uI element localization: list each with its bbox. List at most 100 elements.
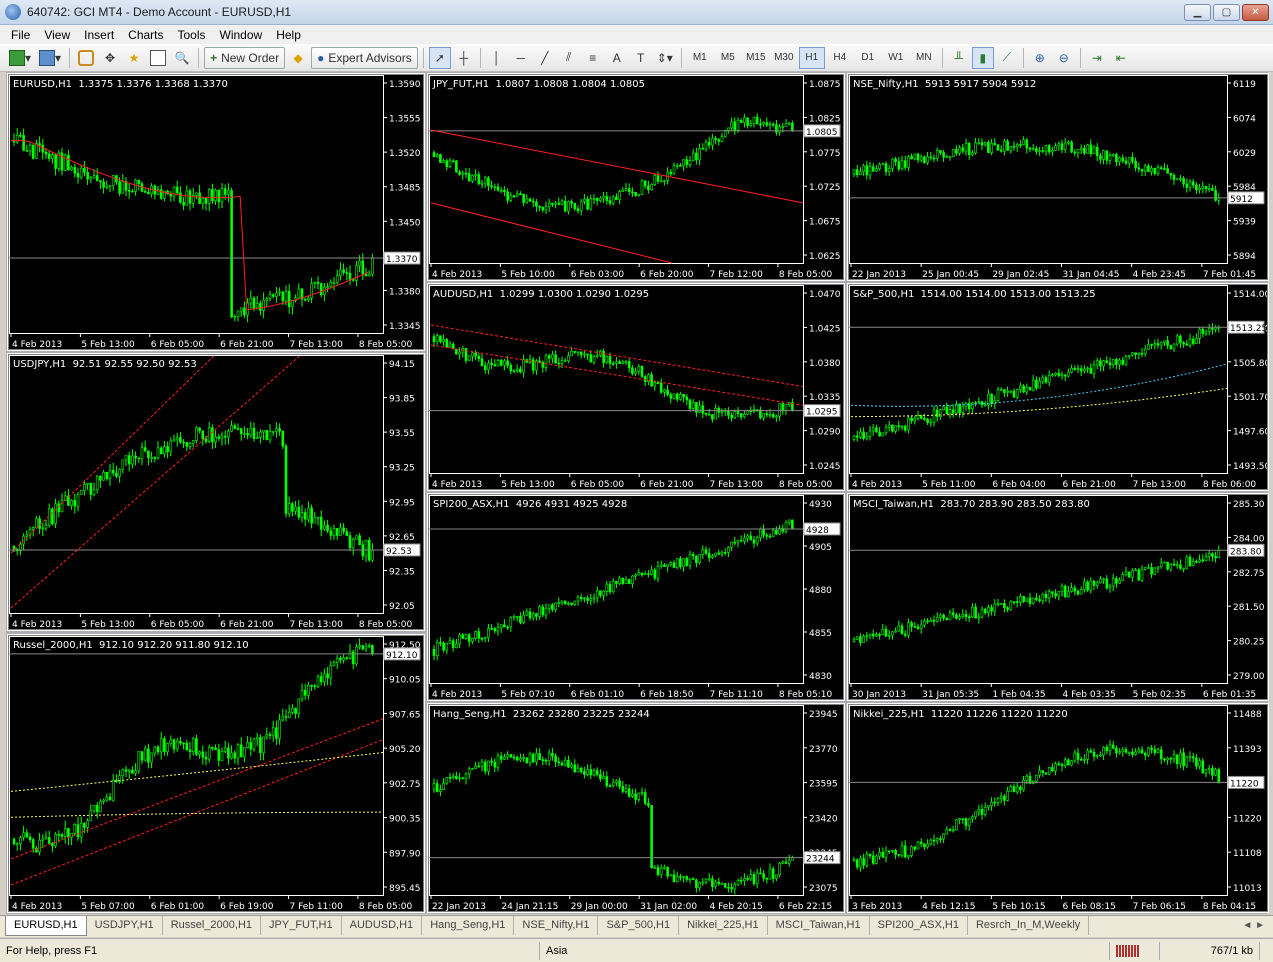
price-label: 1.0675 xyxy=(809,218,841,228)
tf-w1[interactable]: W1 xyxy=(883,47,909,69)
chart-canvas-nikkei[interactable]: 1148811393112981122011108110133 Feb 2013… xyxy=(849,705,1267,911)
line-chart-button[interactable]: ⟋ xyxy=(996,47,1018,69)
chart-window-usdjpy[interactable]: 94.15 93.85 93.55 93.25 92.95 92.65 92.35 92.05… xyxy=(7,353,425,631)
time-label: 6 Feb 08:15 xyxy=(1063,902,1116,911)
close-button[interactable]: ✕ xyxy=(1242,4,1269,21)
horizontal-line-tool[interactable]: ─ xyxy=(510,47,532,69)
menu-insert[interactable]: Insert xyxy=(77,28,121,42)
menu-file[interactable]: File xyxy=(4,28,37,42)
price-label: 279.00 xyxy=(1233,672,1265,682)
chart-window-spi200[interactable]: 4930 4905 4880 4855 4830 4 Feb 2013 5 Feb 07:1… xyxy=(427,493,845,701)
tf-m30[interactable]: M30 xyxy=(771,47,797,69)
maximize-button[interactable]: ▢ xyxy=(1213,4,1240,21)
tf-mn[interactable]: MN xyxy=(911,47,937,69)
chart-canvas-jpyfut[interactable]: 1.0875 1.0825 1.0775 1.0725 1.0675 1.0625 4 Fe… xyxy=(429,75,843,279)
chart-window-sp500[interactable]: 1514.001509.901505.801501.701497.601493.… xyxy=(847,283,1269,491)
fibo-tool[interactable]: ≡ xyxy=(582,47,604,69)
trendline-tool[interactable]: ╱ xyxy=(534,47,556,69)
chart-canvas-eurusd[interactable]: 1.35901.35551.35201.34851.34501.34151.33… xyxy=(9,75,423,349)
time-label: 5 Feb 10:00 xyxy=(501,270,555,279)
crosshair-icon: ┼ xyxy=(459,50,468,65)
navigator-button[interactable]: ★ xyxy=(123,47,145,69)
chart-window-msci[interactable]: 285.30 284.00 282.75 281.50 280.25 279.00 30 J… xyxy=(847,493,1269,701)
time-label: 4 Feb 03:35 xyxy=(1063,690,1116,699)
chart-window-nsenifty[interactable]: 6119 6074 6029 5984 5939 5894 22 Jan 2013 25 Ja… xyxy=(847,73,1269,281)
tf-m1[interactable]: M1 xyxy=(687,47,713,69)
data-window-button[interactable]: ✥ xyxy=(99,47,121,69)
chart-window-russel[interactable]: 912.50 910.05 907.65 905.20 902.75 900.35 897.… xyxy=(7,634,425,913)
market-watch-button[interactable] xyxy=(75,47,97,69)
time-label: 31 Jan 04:45 xyxy=(1063,270,1120,279)
chart-window-audusd[interactable]: 1.0470 1.0425 1.0380 1.0335 1.0290 1.0245 4 Fe… xyxy=(427,283,845,491)
zoom-out-button[interactable]: ⊖ xyxy=(1053,47,1075,69)
chart-canvas-usdjpy[interactable]: 94.15 93.85 93.55 93.25 92.95 92.65 92.35 92.05… xyxy=(9,355,423,629)
expert-advisors-button[interactable]: ● Expert Advisors xyxy=(311,46,418,69)
chart-window-nikkei[interactable]: 1148811393112981122011108110133 Feb 2013… xyxy=(847,703,1269,913)
metaeditor-button[interactable]: ◆ xyxy=(287,47,309,69)
chart-canvas-hangseng[interactable]: 23945237702359523420232452307522 Jan 201… xyxy=(429,705,843,911)
price-label: 23945 xyxy=(809,710,838,720)
tab-scroll-arrows-icon[interactable]: ◄ ► xyxy=(1242,920,1265,931)
tester-button[interactable]: 🔍 xyxy=(171,47,193,69)
cursor-tool[interactable]: ➚ xyxy=(428,46,451,69)
zoom-in-button[interactable]: ⊕ xyxy=(1029,47,1051,69)
toolbar: ▾ ▾ ✥ ★ 🔍 + New Order ◆ ● Expert Advisors … xyxy=(0,44,1273,72)
chart-tab[interactable]: Resrch_In_M,Weekly xyxy=(968,916,1090,935)
chart-canvas-nsenifty[interactable]: 61196074602959845939589422 Jan 2013 25 Ja… xyxy=(849,75,1267,279)
price-label: 4880 xyxy=(809,586,832,596)
chart-tab[interactable]: EURUSD,H1 xyxy=(5,916,87,936)
chart-tab[interactable]: USDJPY,H1 xyxy=(87,916,163,935)
chart-tab[interactable]: S&P_500,H1 xyxy=(598,916,680,935)
chart-tab[interactable]: NSE_Nifty,H1 xyxy=(514,916,599,935)
market-watch-icon xyxy=(78,49,95,66)
terminal-button[interactable] xyxy=(147,47,169,69)
chart-tab[interactable]: Hang_Seng,H1 xyxy=(422,916,515,935)
bar-chart-button[interactable]: ╨ xyxy=(948,47,970,69)
time-label: 8 Feb 05:10 xyxy=(779,690,833,699)
tf-m15[interactable]: M15 xyxy=(743,47,769,69)
tf-m5[interactable]: M5 xyxy=(715,47,741,69)
chart-canvas-msci[interactable]: 285.30 284.00 282.75 281.50 280.25 279.00 30 J… xyxy=(849,495,1267,699)
chart-canvas-sp500[interactable]: 1514.001509.901505.801501.701497.601493.… xyxy=(849,285,1267,489)
menu-help[interactable]: Help xyxy=(269,28,308,42)
autoscroll-button[interactable]: ⇥ xyxy=(1086,47,1108,69)
current-price-label: 11220 xyxy=(1230,779,1259,789)
price-label: 1501.70 xyxy=(1233,393,1267,403)
tf-d1[interactable]: D1 xyxy=(855,47,881,69)
time-label: 4 Feb 2013 xyxy=(12,340,62,349)
chart-window-jpyfut[interactable]: 1.0875 1.0825 1.0775 1.0725 1.0675 1.0625 4 Fe… xyxy=(427,73,845,281)
tf-h1[interactable]: H1 xyxy=(798,46,825,69)
chart-canvas-audusd[interactable]: 1.0470 1.0425 1.0380 1.0335 1.0290 1.0245 4 Fe… xyxy=(429,285,843,489)
chart-canvas-spi200[interactable]: 4930 4905 4880 4855 4830 4 Feb 2013 5 Feb 07:1… xyxy=(429,495,843,699)
chart-tab[interactable]: Nikkei_225,H1 xyxy=(679,916,768,935)
chart-canvas-russel[interactable]: 912.50910.05907.65905.20902.75900.35897.… xyxy=(9,636,423,911)
profiles-button[interactable]: ▾ xyxy=(36,47,64,69)
arrows-tool[interactable]: ⇕▾ xyxy=(654,47,676,69)
price-label: 282.75 xyxy=(1233,569,1265,579)
menu-window[interactable]: Window xyxy=(213,28,270,42)
chart-tab[interactable]: Russel_2000,H1 xyxy=(163,916,262,935)
new-chart-button[interactable]: ▾ xyxy=(6,47,34,69)
tf-h4[interactable]: H4 xyxy=(827,47,853,69)
text-tool[interactable]: A xyxy=(606,47,628,69)
chart-tab[interactable]: AUDUSD,H1 xyxy=(342,916,423,935)
chart-tab[interactable]: SPI200_ASX,H1 xyxy=(870,916,968,935)
menu-tools[interactable]: Tools xyxy=(171,28,213,42)
chart-shift-button[interactable]: ⇤ xyxy=(1110,47,1132,69)
vertical-line-tool[interactable]: │ xyxy=(486,47,508,69)
crosshair-tool[interactable]: ┼ xyxy=(453,47,475,69)
menu-charts[interactable]: Charts xyxy=(121,28,170,42)
current-price-label: 912.10 xyxy=(386,651,418,661)
chart-tab[interactable]: MSCI_Taiwan,H1 xyxy=(768,916,870,935)
candle-chart-button[interactable]: ▮ xyxy=(971,46,994,69)
price-label: 93.25 xyxy=(389,464,415,474)
label-tool[interactable]: T xyxy=(630,47,652,69)
minimize-button[interactable]: ▁ xyxy=(1184,4,1211,21)
chart-header-hangseng: Hang_Seng,H1 23262 23280 23225 23244 xyxy=(433,709,650,720)
chart-window-eurusd[interactable]: 1.35901.35551.35201.34851.34501.34151.33… xyxy=(7,73,425,351)
menu-view[interactable]: View xyxy=(37,28,77,42)
new-order-button[interactable]: + New Order xyxy=(204,46,286,69)
chart-tab[interactable]: JPY_FUT,H1 xyxy=(261,916,342,935)
chart-window-hangseng[interactable]: 23945237702359523420232452307522 Jan 201… xyxy=(427,703,845,913)
channel-tool[interactable]: ⫽ xyxy=(558,47,580,69)
